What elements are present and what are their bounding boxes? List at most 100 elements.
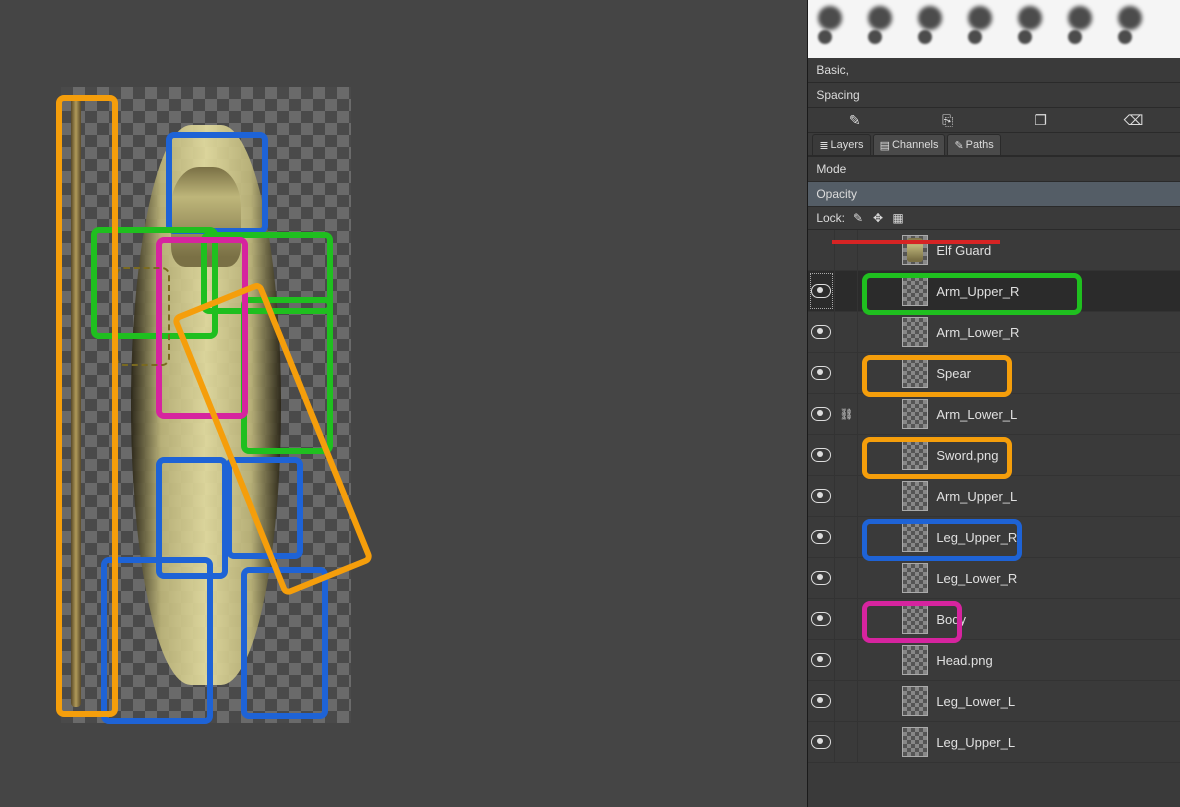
layer-link-toggle[interactable]: [835, 271, 858, 311]
layer-indent: [858, 517, 902, 557]
layer-row[interactable]: Elf Guard: [808, 230, 1180, 271]
layer-name-label[interactable]: Leg_Lower_L: [936, 694, 1015, 709]
layer-visibility-toggle[interactable]: [808, 271, 835, 311]
layer-row[interactable]: ⛓ Arm_Lower_L: [808, 394, 1180, 435]
layer-link-toggle[interactable]: [835, 681, 858, 721]
layer-thumbnail[interactable]: [902, 522, 928, 552]
layer-visibility-toggle[interactable]: [808, 558, 835, 598]
layer-name-label[interactable]: Leg_Upper_L: [936, 735, 1015, 750]
layer-visibility-toggle[interactable]: [808, 435, 835, 475]
brush-presets-strip[interactable]: [808, 0, 1180, 58]
layer-thumbnail[interactable]: [902, 399, 928, 429]
layer-row[interactable]: Arm_Upper_R: [808, 271, 1180, 312]
lock-move-icon[interactable]: ✥: [871, 211, 885, 225]
layer-name-label[interactable]: Arm_Lower_L: [936, 407, 1017, 422]
lock-alpha-icon[interactable]: ▦: [891, 211, 905, 225]
channels-icon: ▤: [880, 139, 890, 152]
layer-thumbnail[interactable]: [902, 317, 928, 347]
edit-brush-icon[interactable]: ✎: [847, 112, 863, 128]
layer-row[interactable]: Leg_Lower_L: [808, 681, 1180, 722]
tab-paths[interactable]: ✎ Paths: [947, 134, 1000, 155]
layers-list[interactable]: Elf Guard Arm_Upper_R Arm_Lower_R Spear ⛓ Arm…: [808, 230, 1180, 807]
layer-name-label[interactable]: Arm_Upper_L: [936, 489, 1017, 504]
layer-name-label[interactable]: Leg_Upper_R: [936, 530, 1017, 545]
dock-tabs: ≣ Layers ▤ Channels ✎ Paths: [808, 133, 1180, 157]
tab-layers-label: Layers: [831, 139, 864, 151]
layer-name-label[interactable]: Body: [936, 612, 966, 627]
layer-row[interactable]: Arm_Lower_R: [808, 312, 1180, 353]
layer-opacity-label: Opacity: [816, 187, 857, 201]
lock-paint-icon[interactable]: ✎: [851, 211, 865, 225]
layer-visibility-toggle[interactable]: [808, 230, 835, 270]
brush-name-row[interactable]: Basic,: [808, 58, 1180, 83]
workspace: Basic, Spacing ✎ ⎘ ❐ ⌫ ≣ Layers ▤ Channe…: [0, 0, 1180, 807]
layer-link-toggle[interactable]: [835, 476, 858, 516]
layer-row[interactable]: Spear: [808, 353, 1180, 394]
delete-brush-icon[interactable]: ⌫: [1126, 112, 1142, 128]
layer-visibility-toggle[interactable]: [808, 353, 835, 393]
layer-name-label[interactable]: Head.png: [936, 653, 992, 668]
layer-thumbnail[interactable]: [902, 235, 928, 265]
layer-link-toggle[interactable]: [835, 722, 858, 762]
eye-icon: [811, 489, 831, 503]
brush-toolbar: ✎ ⎘ ❐ ⌫: [808, 108, 1180, 133]
layer-visibility-toggle[interactable]: [808, 312, 835, 352]
layer-thumbnail[interactable]: [902, 358, 928, 388]
layer-link-toggle[interactable]: ⛓: [835, 394, 858, 434]
layer-link-toggle[interactable]: [835, 640, 858, 680]
layer-row[interactable]: Head.png: [808, 640, 1180, 681]
layer-row[interactable]: Leg_Upper_L: [808, 722, 1180, 763]
layer-name-label[interactable]: Arm_Upper_R: [936, 284, 1019, 299]
layer-name-label[interactable]: Elf Guard: [936, 243, 991, 258]
layer-visibility-toggle[interactable]: [808, 517, 835, 557]
layer-link-toggle[interactable]: [835, 230, 858, 270]
layer-visibility-toggle[interactable]: [808, 599, 835, 639]
layer-indent: [858, 599, 902, 639]
canvas-area[interactable]: [0, 0, 807, 807]
layer-thumbnail[interactable]: [902, 604, 928, 634]
layer-link-toggle[interactable]: [835, 435, 858, 475]
brush-spacing-row[interactable]: Spacing: [808, 83, 1180, 108]
layer-row[interactable]: Arm_Upper_L: [808, 476, 1180, 517]
tab-layers[interactable]: ≣ Layers: [812, 134, 870, 155]
layer-thumbnail[interactable]: [902, 276, 928, 306]
layer-indent: [858, 394, 902, 434]
layer-name-label[interactable]: Arm_Lower_R: [936, 325, 1019, 340]
layer-link-toggle[interactable]: [835, 312, 858, 352]
layer-thumbnail[interactable]: [902, 645, 928, 675]
layer-name-label[interactable]: Sword.png: [936, 448, 998, 463]
layer-link-toggle[interactable]: [835, 558, 858, 598]
layer-visibility-toggle[interactable]: [808, 476, 835, 516]
canvas-annotation-box: [56, 95, 118, 717]
layer-link-toggle[interactable]: [835, 599, 858, 639]
eye-icon: [811, 735, 831, 749]
layer-link-toggle[interactable]: [835, 517, 858, 557]
layer-indent: [858, 722, 902, 762]
new-brush-icon[interactable]: ⎘: [940, 112, 956, 128]
layer-thumbnail[interactable]: [902, 727, 928, 757]
layer-row[interactable]: Leg_Lower_R: [808, 558, 1180, 599]
layer-opacity-row[interactable]: Opacity: [808, 182, 1180, 207]
layer-row[interactable]: Sword.png: [808, 435, 1180, 476]
layer-row[interactable]: Leg_Upper_R: [808, 517, 1180, 558]
chain-icon: ⛓: [839, 408, 853, 421]
duplicate-brush-icon[interactable]: ❐: [1033, 112, 1049, 128]
layer-visibility-toggle[interactable]: [808, 722, 835, 762]
layer-thumbnail[interactable]: [902, 686, 928, 716]
layer-visibility-toggle[interactable]: [808, 640, 835, 680]
eye-icon: [811, 448, 831, 462]
layer-name-label[interactable]: Spear: [936, 366, 971, 381]
layer-indent: [858, 230, 902, 270]
right-panel: Basic, Spacing ✎ ⎘ ❐ ⌫ ≣ Layers ▤ Channe…: [807, 0, 1180, 807]
layer-thumbnail[interactable]: [902, 563, 928, 593]
layer-row[interactable]: Body: [808, 599, 1180, 640]
layer-thumbnail[interactable]: [902, 440, 928, 470]
layer-thumbnail[interactable]: [902, 481, 928, 511]
layer-visibility-toggle[interactable]: [808, 681, 835, 721]
layer-mode-row[interactable]: Mode: [808, 157, 1180, 182]
layer-visibility-toggle[interactable]: [808, 394, 835, 434]
layer-name-label[interactable]: Leg_Lower_R: [936, 571, 1017, 586]
eye-icon: [811, 653, 831, 667]
tab-channels[interactable]: ▤ Channels: [873, 134, 946, 155]
layer-link-toggle[interactable]: [835, 353, 858, 393]
